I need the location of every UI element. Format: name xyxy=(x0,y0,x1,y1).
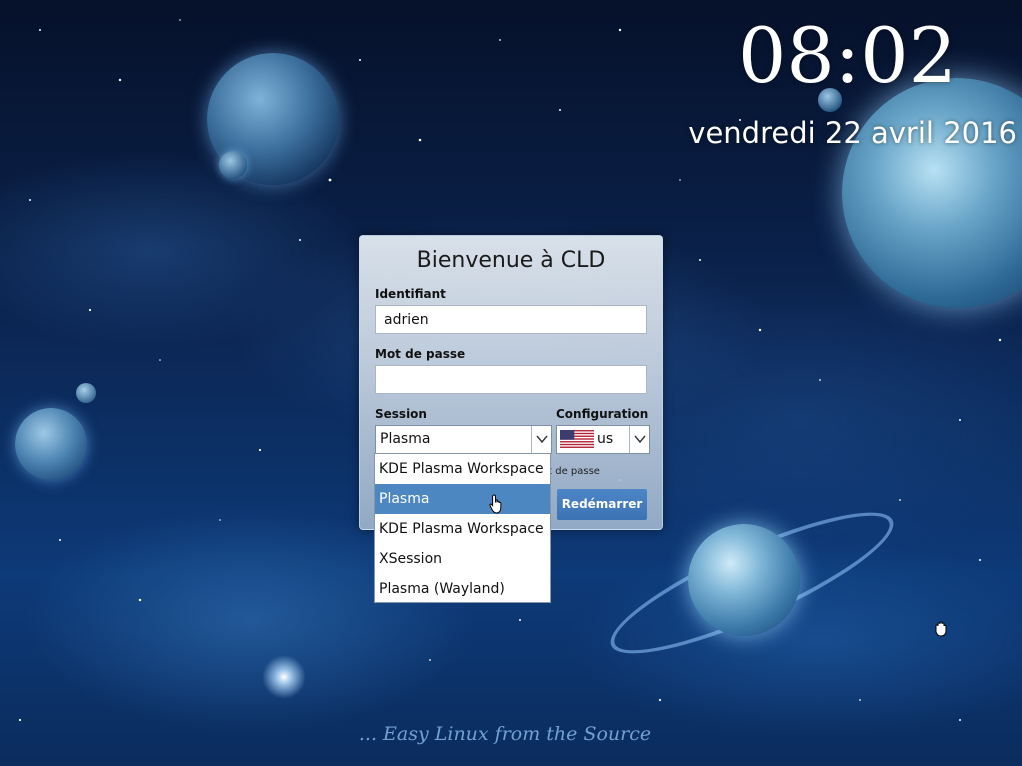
password-field[interactable] xyxy=(375,365,647,394)
ringed-planet xyxy=(688,524,800,636)
session-dropdown-list: KDE Plasma Workspace Plasma KDE Plasma W… xyxy=(374,453,551,603)
session-option-selected[interactable]: Plasma xyxy=(375,484,550,514)
grab-hand-icon xyxy=(935,621,947,637)
configuration-label: Configuration xyxy=(556,407,649,421)
session-option[interactable]: XSession xyxy=(375,544,550,574)
moon-left xyxy=(76,383,96,403)
username-label: Identifiant xyxy=(375,287,446,301)
session-option[interactable]: KDE Plasma Workspace xyxy=(375,454,550,484)
desktop-background: { "clock": { "time": "08:02", "date": "v… xyxy=(0,0,1022,766)
keyboard-layout-combo[interactable]: us xyxy=(556,425,650,454)
us-flag-icon xyxy=(560,430,594,448)
chevron-down-icon[interactable] xyxy=(531,426,551,453)
star-glow xyxy=(262,655,306,699)
restart-button[interactable]: Redémarrer xyxy=(557,489,647,520)
session-combo[interactable]: Plasma xyxy=(375,425,552,454)
pointer-hand-icon xyxy=(489,494,502,514)
chevron-down-icon[interactable] xyxy=(629,426,649,453)
session-combo-value: Plasma xyxy=(380,431,431,447)
moon-top-left xyxy=(219,151,247,179)
password-label: Mot de passe xyxy=(375,347,466,361)
wallpaper-tagline: ... Easy Linux from the Source xyxy=(358,723,652,745)
planet-top-right xyxy=(842,78,1022,308)
session-option[interactable]: Plasma (Wayland) xyxy=(375,574,550,604)
username-field[interactable]: adrien xyxy=(375,305,647,334)
keyboard-layout-value: us xyxy=(597,431,614,447)
planet-left xyxy=(15,408,87,480)
clock-time: 08:02 xyxy=(737,11,957,100)
welcome-title: Bienvenue à CLD xyxy=(416,248,606,273)
clock-date: vendredi 22 avril 2016 xyxy=(688,116,1017,150)
session-label: Session xyxy=(375,407,427,421)
session-option[interactable]: KDE Plasma Workspace xyxy=(375,514,550,544)
